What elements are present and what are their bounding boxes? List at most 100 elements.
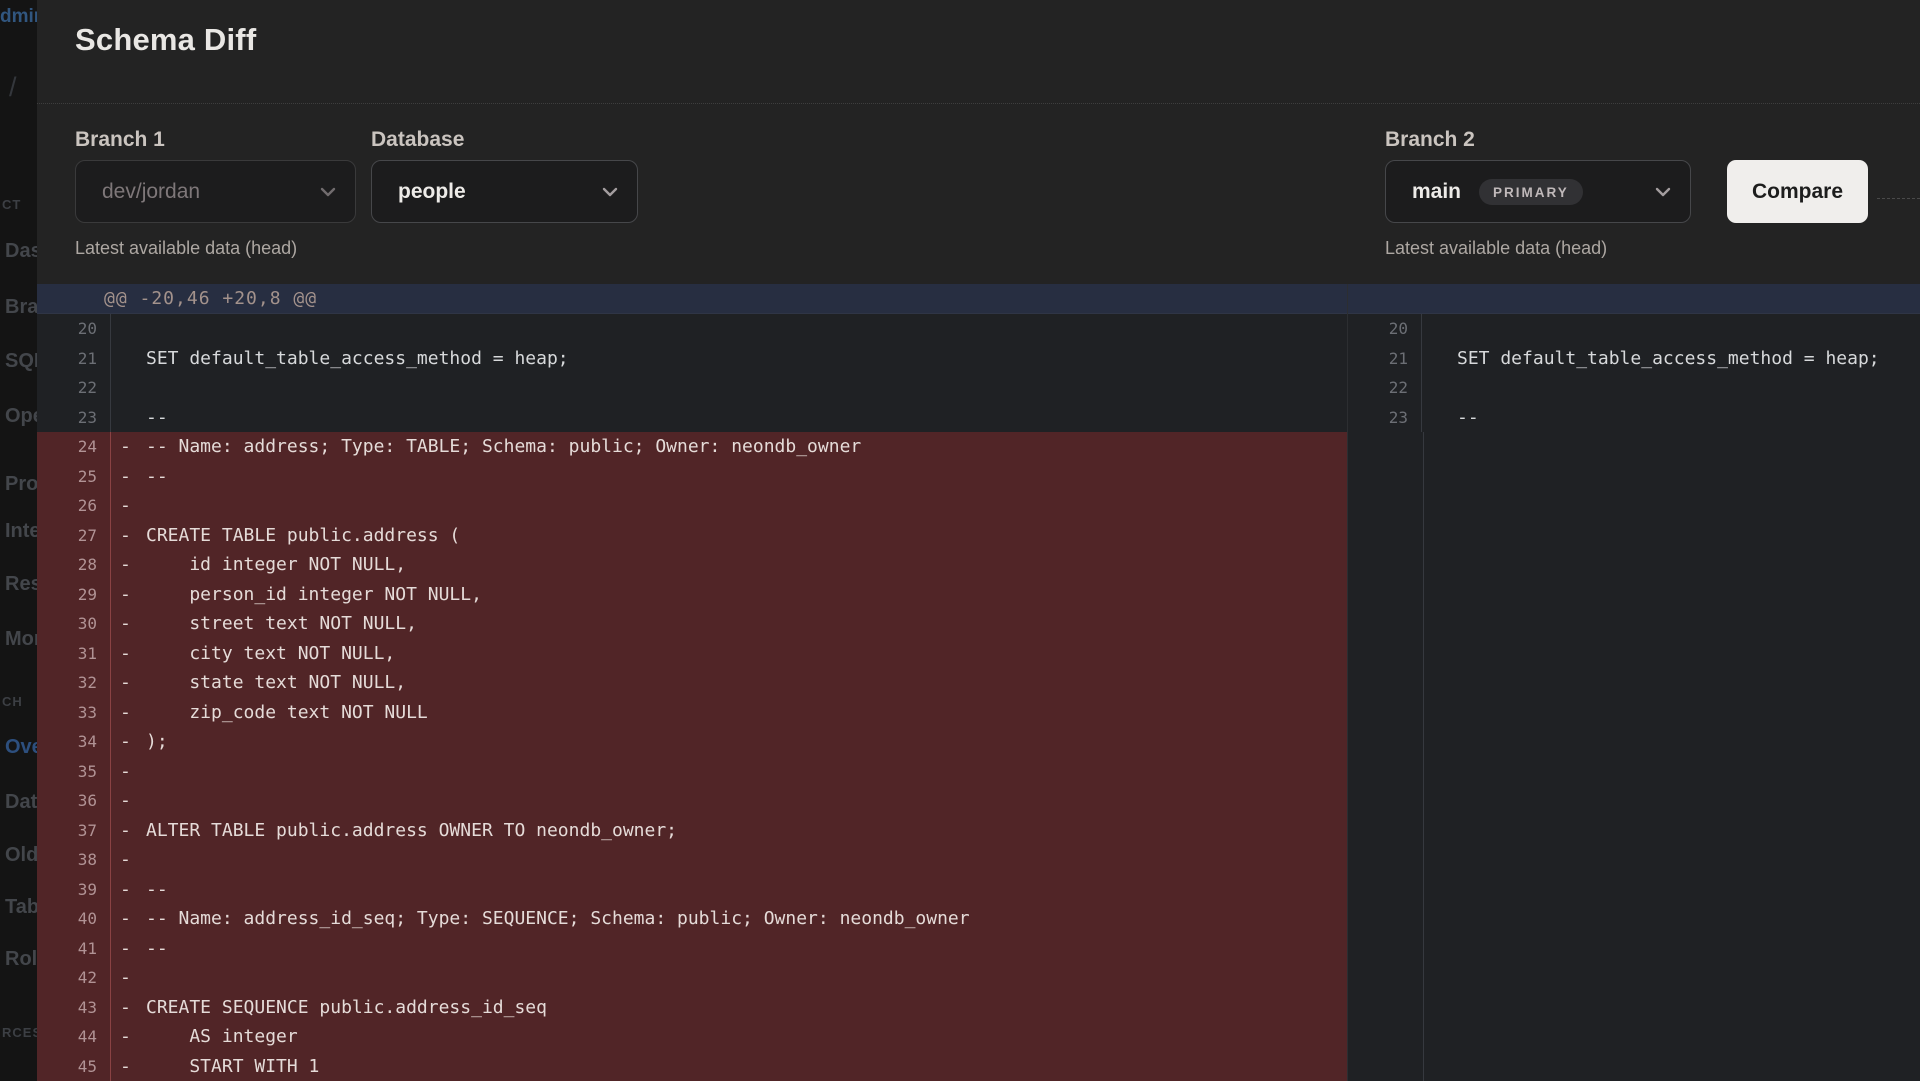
diff-row-removed: 31- city text NOT NULL, (37, 638, 1347, 668)
diff-row-removed: 30- street text NOT NULL, (37, 609, 1347, 639)
line-number: 20 (1348, 314, 1422, 344)
removed-marker: - (120, 967, 131, 988)
diff-row-removed: 36- (37, 786, 1347, 816)
chevron-down-icon (1652, 181, 1674, 208)
sidebar-item[interactable]: Rol (5, 948, 37, 971)
branch1-hint: Latest available data (head) (75, 238, 298, 258)
diff-row-removed: 33- zip_code text NOT NULL (37, 697, 1347, 727)
removed-marker: - (120, 613, 131, 634)
removed-marker: - (120, 672, 131, 693)
line-number: 36 (37, 786, 111, 816)
line-content: -- (1457, 406, 1479, 428)
sidebar-item[interactable]: SQL (5, 350, 37, 373)
sidebar-logo: dmin (0, 6, 37, 27)
removed-marker: - (120, 996, 131, 1018)
line-number: 32 (37, 668, 111, 698)
branch2-value: main (1412, 179, 1462, 203)
line-content: - (111, 786, 1347, 816)
removed-marker: - (120, 1026, 131, 1047)
line-number: 34 (37, 727, 111, 757)
sidebar-item[interactable]: Ope (5, 405, 37, 428)
line-number: 24 (37, 432, 111, 462)
sidebar-item[interactable]: Inte (5, 520, 37, 543)
line-number: 22 (37, 373, 111, 403)
line-number: 33 (37, 697, 111, 727)
sidebar-item[interactable]: Dat (5, 791, 37, 814)
diff-row-removed: 37- ALTER TABLE public.address OWNER TO n… (37, 815, 1347, 845)
sidebar-breadcrumb-slash: / (9, 72, 17, 102)
line-number: 45 (37, 1051, 111, 1081)
decor-dashed-line (1877, 198, 1920, 199)
line-number: 44 (37, 1022, 111, 1052)
branch2-select[interactable]: main PRIMARY (1385, 160, 1691, 223)
diff-row-removed: 32- state text NOT NULL, (37, 668, 1347, 698)
sidebar-item[interactable]: Pro (5, 473, 37, 496)
branch2-label: Branch 2 (1385, 128, 1475, 151)
sidebar-item[interactable]: Mon (5, 628, 37, 651)
sidebar-item[interactable]: Das (5, 240, 37, 263)
diff-row: 22 (37, 373, 1347, 403)
hunk-header-right (1348, 284, 1920, 314)
branch1-select[interactable]: dev/jordan (75, 160, 356, 223)
sidebar-item[interactable]: Bra (5, 296, 37, 319)
line-number: 43 (37, 992, 111, 1022)
line-content: - -- (111, 462, 1347, 492)
diff-row: 20 (37, 314, 1347, 344)
diff-row: 20 (1348, 314, 1920, 344)
diff-pane-branch1: @@ -20,46 +20,8 @@ 20 21 SET default_table… (37, 284, 1347, 1081)
diff-row: 21 SET default_table_access_method = heap… (37, 343, 1347, 373)
line-number: 41 (37, 933, 111, 963)
compare-button[interactable]: Compare (1727, 160, 1868, 223)
line-content (1422, 314, 1920, 344)
diff-row-removed: 35- (37, 756, 1347, 787)
line-number: 29 (37, 579, 111, 609)
line-content: - street text NOT NULL, (111, 609, 1347, 639)
line-content: SET default_table_access_method = heap; (146, 347, 569, 369)
diff-row: 22 (1348, 373, 1920, 403)
line-number: 21 (1348, 343, 1422, 373)
diff-row-removed: 26- (37, 491, 1347, 521)
chevron-down-icon (317, 181, 339, 208)
sidebar-section-label: RCES (2, 1025, 37, 1040)
line-number: 37 (37, 815, 111, 845)
branch2-hint: Latest available data (head) (1385, 238, 1608, 258)
schema-diff-panel: Schema Diff Branch 1 dev/jordan Latest a… (37, 0, 1920, 1081)
line-content: - (111, 757, 1347, 787)
diff-row-removed: 34-); (37, 727, 1347, 757)
removed-marker: - (120, 819, 131, 841)
diff-row-removed: 41- -- (37, 933, 1347, 963)
sidebar-item[interactable]: Old (5, 844, 37, 867)
removed-marker: - (120, 878, 131, 900)
removed-marker: - (120, 908, 131, 929)
primary-badge: PRIMARY (1479, 178, 1583, 205)
line-number: 26 (37, 491, 111, 521)
line-number: 22 (1348, 373, 1422, 403)
sidebar-item[interactable]: Tab (5, 896, 37, 919)
diff-row-removed: 25- -- (37, 461, 1347, 492)
diff-row-removed: 40- -- Name: address_id_seq; Type: SEQUEN… (37, 904, 1347, 934)
header-divider (37, 103, 1920, 104)
line-content: - person_id integer NOT NULL, (111, 580, 1347, 610)
line-content: - START WITH 1 (111, 1052, 1347, 1081)
line-content: - state text NOT NULL, (111, 668, 1347, 698)
schema-diff-viewer: @@ -20,46 +20,8 @@ 20 21 SET default_table… (37, 284, 1920, 1081)
sidebar-section-label: CT (2, 197, 22, 212)
removed-marker: - (120, 465, 131, 487)
line-content: - CREATE TABLE public.address ( (111, 521, 1347, 551)
line-content: - -- (111, 875, 1347, 905)
sidebar-item[interactable]: Res (5, 573, 37, 596)
line-number: 28 (37, 550, 111, 580)
removed-marker: - (120, 436, 131, 457)
sidebar-item[interactable]: Ove (5, 736, 37, 759)
line-number: 35 (37, 756, 111, 786)
line-number: 23 (37, 402, 111, 432)
database-select[interactable]: people (371, 160, 638, 223)
removed-marker: - (120, 524, 131, 546)
diff-row-removed: 39- -- (37, 874, 1347, 905)
diff-row: 23 -- (37, 402, 1347, 432)
diff-row-removed: 42- (37, 963, 1347, 993)
page-title: Schema Diff (75, 22, 257, 57)
removed-marker: - (120, 1055, 131, 1077)
branch1-label: Branch 1 (75, 128, 165, 151)
diff-row-removed: 38- (37, 845, 1347, 875)
